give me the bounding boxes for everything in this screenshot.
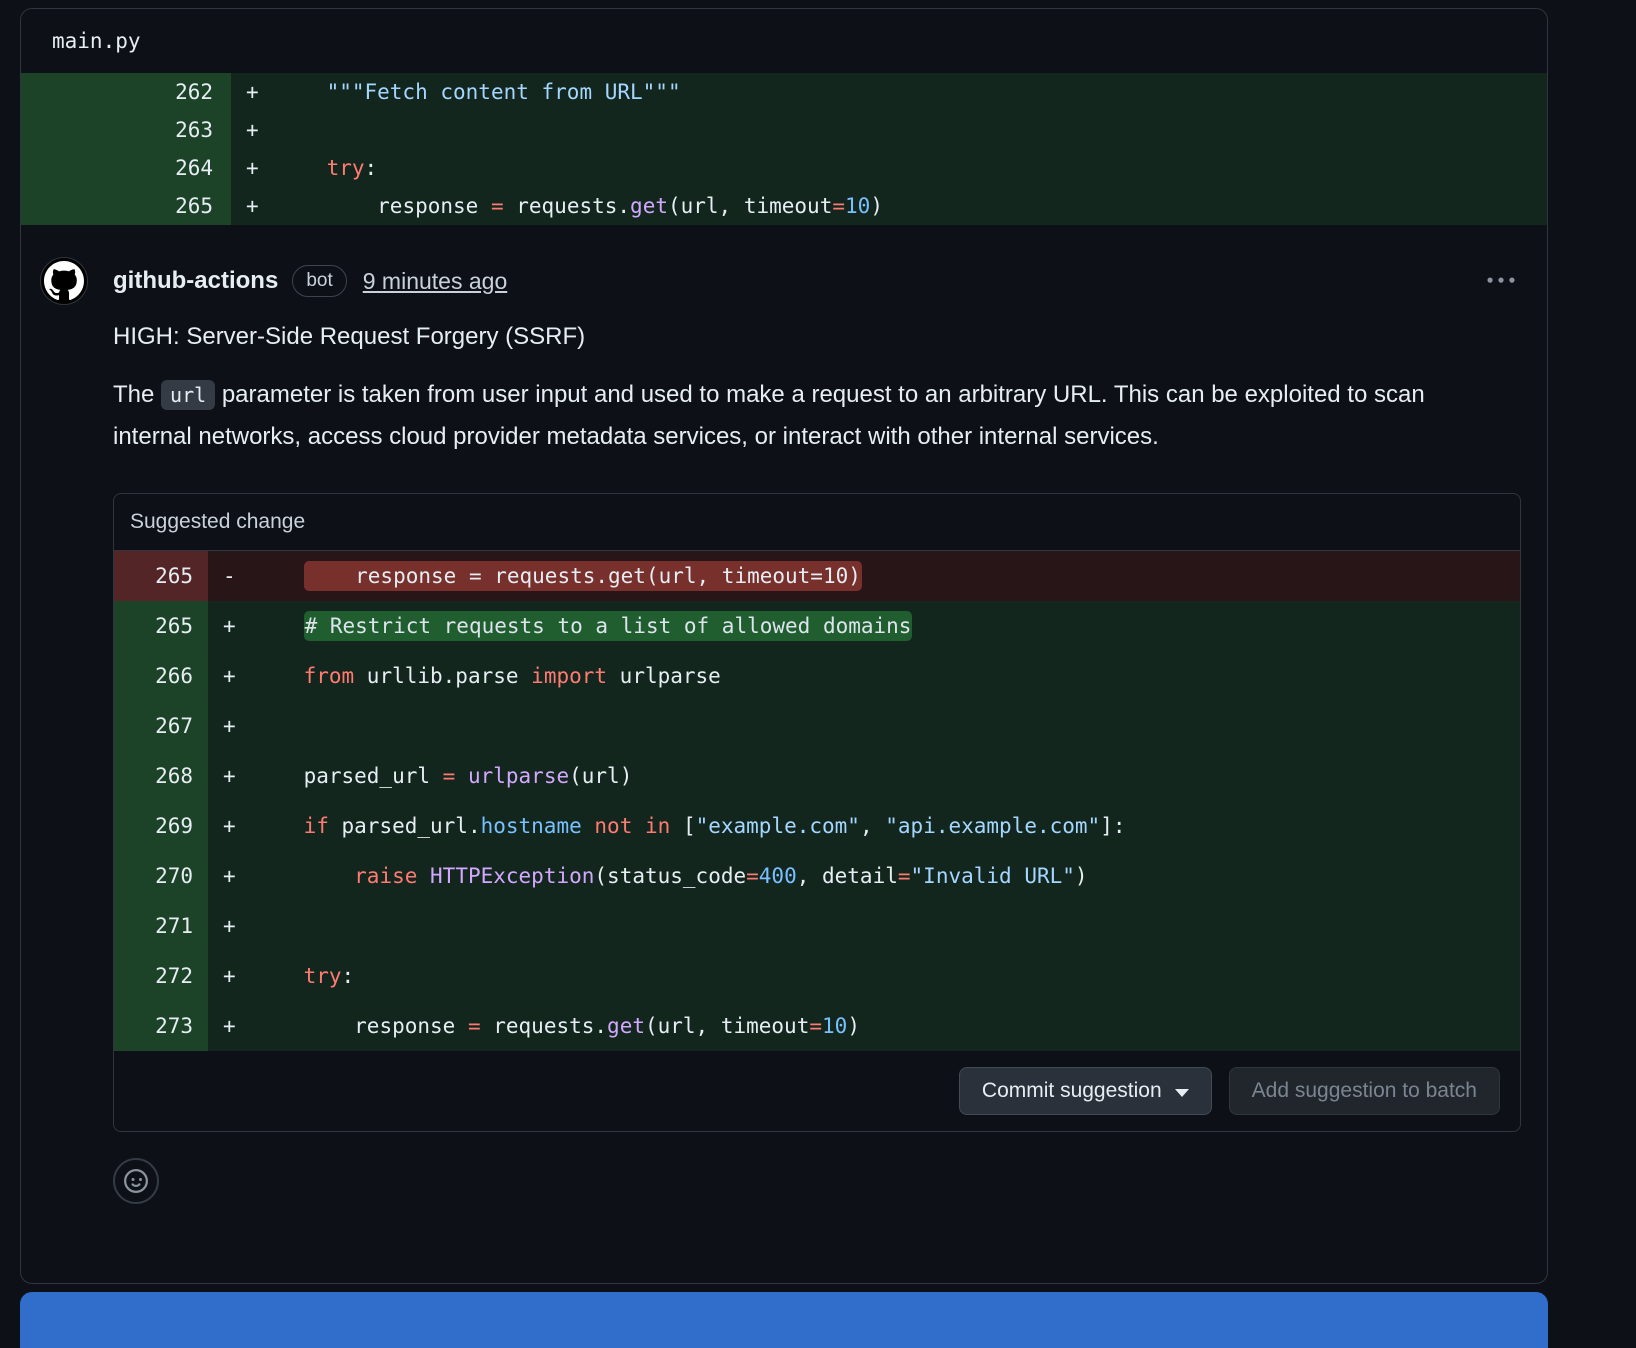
comment-author[interactable]: github-actions — [113, 267, 278, 295]
code-line — [276, 111, 1547, 149]
suggestion-footer: Commit suggestion Add suggestion to batc… — [114, 1051, 1520, 1131]
code-line: from urllib.parse import urlparse — [253, 651, 1520, 701]
code-line: response = requests.get(url, timeout=10) — [253, 551, 1520, 601]
diff-sign: + — [208, 851, 253, 901]
diff-line: 265- response = requests.get(url, timeou… — [114, 551, 1520, 601]
diff-sign: + — [208, 951, 253, 1001]
diff-sign: - — [208, 551, 253, 601]
suggestion-diff: 265- response = requests.get(url, timeou… — [114, 551, 1520, 1051]
github-octocat-icon — [44, 261, 84, 301]
line-number: 269 — [114, 801, 208, 851]
diff-line: 268+ parsed_url = urlparse(url) — [114, 751, 1520, 801]
diff-line: 267+ — [114, 701, 1520, 751]
diff-line: 265+ # Restrict requests to a list of al… — [114, 601, 1520, 651]
diff-sign: + — [231, 111, 276, 149]
code-line — [253, 901, 1520, 951]
diff-sign: + — [231, 149, 276, 187]
line-number: 265 — [114, 551, 208, 601]
commit-suggestion-button[interactable]: Commit suggestion — [959, 1067, 1212, 1115]
code-line: response = requests.get(url, timeout=10) — [276, 187, 1547, 225]
add-reaction-button[interactable] — [113, 1158, 159, 1204]
diff-sign: + — [208, 701, 253, 751]
line-number: 263 — [21, 111, 231, 149]
line-number: 265 — [114, 601, 208, 651]
commit-suggestion-label: Commit suggestion — [982, 1079, 1162, 1103]
suggested-change-box: Suggested change 265- response = request… — [113, 493, 1521, 1132]
diff-line: 273+ response = requests.get(url, timeou… — [114, 1001, 1520, 1051]
smiley-icon — [124, 1169, 148, 1193]
code-line: # Restrict requests to a list of allowed… — [253, 601, 1520, 651]
reaction-row — [113, 1158, 1521, 1204]
code-line: if parsed_url.hostname not in ["example.… — [253, 801, 1520, 851]
diff-line: 266+ from urllib.parse import urlparse — [114, 651, 1520, 701]
diff-line: 272+ try: — [114, 951, 1520, 1001]
line-number: 272 — [114, 951, 208, 1001]
diff-line: 262+ """Fetch content from URL""" — [21, 73, 1547, 111]
diff-sign: + — [208, 751, 253, 801]
line-number: 264 — [21, 149, 231, 187]
bottom-blue-bar[interactable] — [20, 1292, 1548, 1348]
suggested-change-label: Suggested change — [114, 494, 1520, 551]
line-number: 266 — [114, 651, 208, 701]
add-suggestion-to-batch-button[interactable]: Add suggestion to batch — [1229, 1067, 1500, 1115]
line-number: 265 — [21, 187, 231, 225]
code-diff-context: 262+ """Fetch content from URL"""263+264… — [21, 73, 1547, 225]
review-comment: github-actions bot 9 minutes ago HIGH: S… — [21, 225, 1547, 1232]
code-line: try: — [253, 951, 1520, 1001]
line-number: 267 — [114, 701, 208, 751]
review-thread-card: main.py 262+ """Fetch content from URL""… — [20, 8, 1548, 1284]
diff-sign: + — [231, 73, 276, 111]
diff-line: 263+ — [21, 111, 1547, 149]
comment-body: The url parameter is taken from user inp… — [113, 374, 1485, 457]
bot-badge: bot — [292, 265, 346, 297]
inline-code: url — [161, 380, 215, 410]
line-number: 268 — [114, 751, 208, 801]
file-header: main.py — [21, 9, 1547, 73]
avatar[interactable] — [40, 257, 88, 305]
line-number: 273 — [114, 1001, 208, 1051]
diff-line: 265+ response = requests.get(url, timeou… — [21, 187, 1547, 225]
comment-main: github-actions bot 9 minutes ago HIGH: S… — [113, 257, 1521, 1204]
diff-sign: + — [208, 651, 253, 701]
line-number: 271 — [114, 901, 208, 951]
line-number: 262 — [21, 73, 231, 111]
line-number: 270 — [114, 851, 208, 901]
diff-line: 269+ if parsed_url.hostname not in ["exa… — [114, 801, 1520, 851]
diff-line: 264+ try: — [21, 149, 1547, 187]
diff-sign: + — [208, 1001, 253, 1051]
diff-sign: + — [208, 901, 253, 951]
file-name[interactable]: main.py — [52, 29, 141, 53]
comment-header: github-actions bot 9 minutes ago — [113, 257, 1521, 305]
finding-title: HIGH: Server-Side Request Forgery (SSRF) — [113, 322, 1521, 352]
diff-sign: + — [208, 601, 253, 651]
diff-sign: + — [208, 801, 253, 851]
chevron-down-icon — [1175, 1089, 1189, 1097]
diff-line: 271+ — [114, 901, 1520, 951]
code-line: try: — [276, 149, 1547, 187]
code-line: raise HTTPException(status_code=400, det… — [253, 851, 1520, 901]
comment-timestamp[interactable]: 9 minutes ago — [363, 268, 507, 295]
code-line — [253, 701, 1520, 751]
kebab-menu-icon[interactable] — [1481, 263, 1521, 299]
code-line: parsed_url = urlparse(url) — [253, 751, 1520, 801]
diff-line: 270+ raise HTTPException(status_code=400… — [114, 851, 1520, 901]
code-line: """Fetch content from URL""" — [276, 73, 1547, 111]
diff-sign: + — [231, 187, 276, 225]
code-line: response = requests.get(url, timeout=10) — [253, 1001, 1520, 1051]
